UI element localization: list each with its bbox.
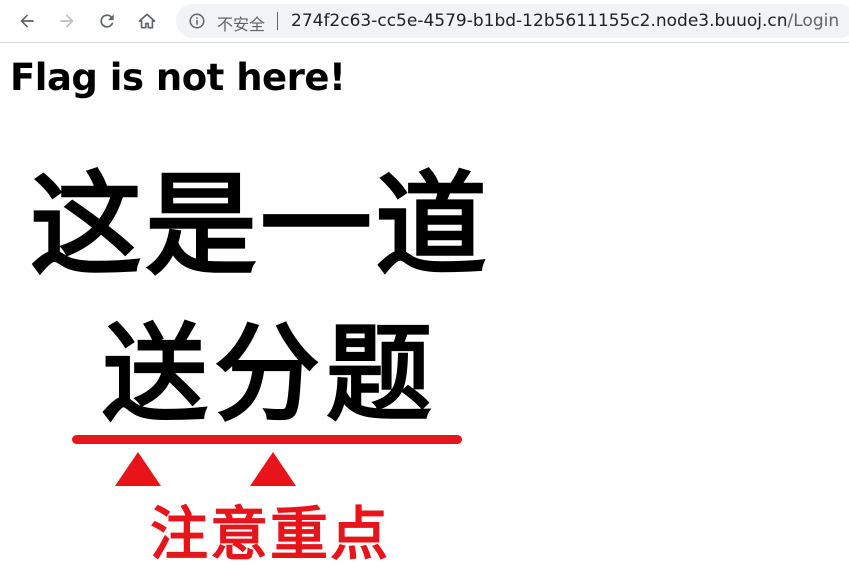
page-heading: Flag is not here! xyxy=(10,56,346,99)
back-arrow-icon xyxy=(20,14,34,28)
info-icon[interactable] xyxy=(188,12,206,30)
meme-note: 注意重点 xyxy=(150,500,391,568)
forward-button[interactable] xyxy=(52,6,82,36)
security-status-label[interactable]: 不安全 xyxy=(217,11,265,35)
home-button[interactable] xyxy=(132,6,162,36)
meme-line-1: 这是一道 xyxy=(30,161,490,291)
meme-underline xyxy=(72,435,462,444)
meme-line-2: 送分题 xyxy=(102,313,438,436)
url-divider xyxy=(277,12,278,30)
address-bar[interactable]: 不安全 274f2c63-cc5e-4579-b1bd-12b5611155c2… xyxy=(176,4,849,38)
forward-arrow-icon xyxy=(60,14,74,28)
up-arrow-icon xyxy=(250,452,296,486)
reload-button[interactable] xyxy=(92,6,122,36)
url-host[interactable]: 274f2c63-cc5e-4579-b1bd-12b5611155c2.nod… xyxy=(291,11,788,31)
browser-toolbar: 不安全 274f2c63-cc5e-4579-b1bd-12b5611155c2… xyxy=(0,0,849,43)
up-arrow-icon xyxy=(115,452,161,486)
back-button[interactable] xyxy=(12,6,42,36)
home-icon xyxy=(138,13,156,29)
reload-icon xyxy=(100,14,114,28)
url-path[interactable]: /Login xyxy=(788,11,840,31)
meme-image: 这是一道 送分题 注意重点 xyxy=(30,170,510,587)
url-text[interactable]: 274f2c63-cc5e-4579-b1bd-12b5611155c2.nod… xyxy=(291,11,839,31)
